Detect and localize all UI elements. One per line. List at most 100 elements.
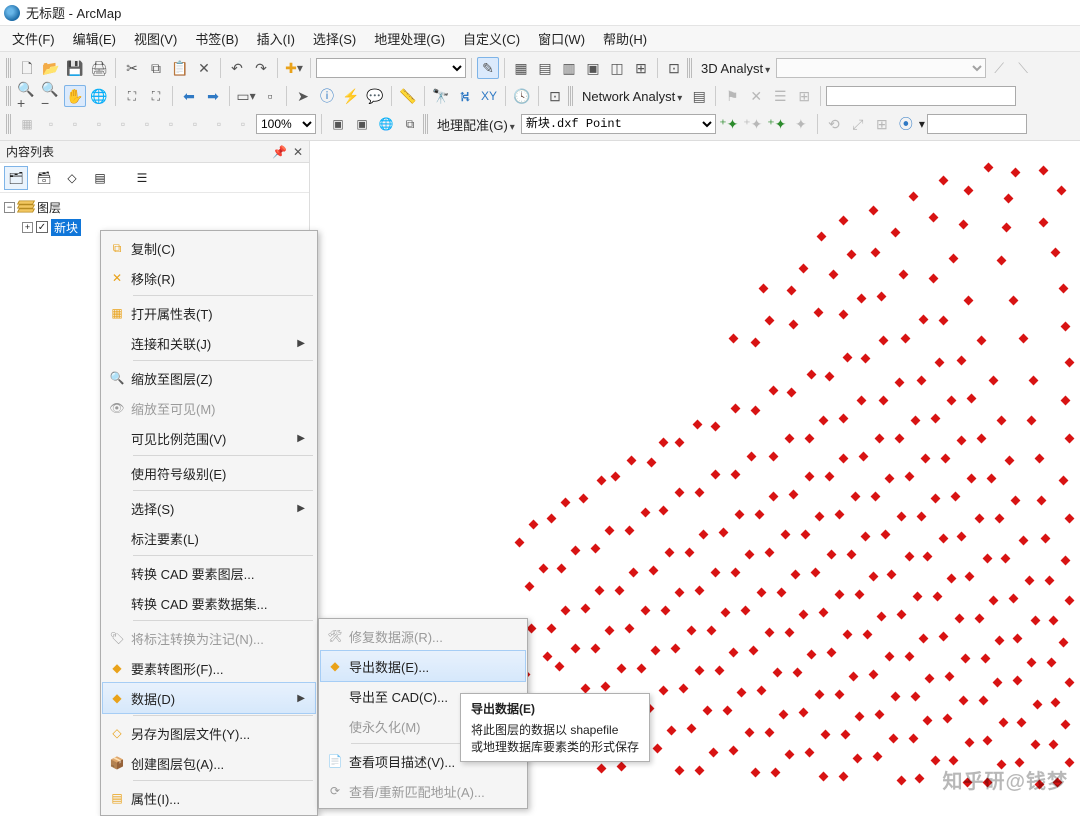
viewer-button[interactable]: ⊡ <box>544 85 566 107</box>
toc-drawing-order-button[interactable]: 🗂 <box>4 166 28 190</box>
copy-button[interactable]: ⧉ <box>145 57 167 79</box>
pin-icon[interactable]: 📌 <box>272 145 287 159</box>
menu-item[interactable]: ✕移除(R) <box>103 263 315 293</box>
tree-dataframe-row[interactable]: − 图层 <box>4 197 305 217</box>
menu-item[interactable]: ▤属性(I)... <box>103 783 315 813</box>
select-features-button[interactable]: ▭▾ <box>235 85 257 107</box>
menu-item[interactable]: ▦打开属性表(T) <box>103 298 315 328</box>
zoom-percent-select[interactable]: 100% <box>256 114 316 134</box>
cut-button[interactable]: ✂ <box>121 57 143 79</box>
find-route-button[interactable]: ⛕ <box>454 85 476 107</box>
new-doc-button[interactable]: 🗋 <box>16 57 38 79</box>
xy-button[interactable]: XY <box>478 85 500 107</box>
collapse-icon[interactable]: − <box>4 202 15 213</box>
georef-tool-a2[interactable]: ⁺✦ <box>742 113 764 135</box>
menu-item[interactable]: 帮助(H) <box>595 26 655 51</box>
search-button[interactable]: ▤ <box>534 57 556 79</box>
identify-button[interactable]: ⓘ <box>316 85 338 107</box>
menu-item[interactable]: 标注要素(L) <box>103 523 315 553</box>
catalog-button[interactable]: ▦ <box>510 57 532 79</box>
georef-tool-a4[interactable]: ✦ <box>790 113 812 135</box>
scale-select[interactable] <box>316 58 466 78</box>
prev-extent-button[interactable]: ⬅ <box>178 85 200 107</box>
georef-label[interactable]: 地理配准(G) <box>433 115 519 134</box>
menu-item[interactable]: 书签(B) <box>187 26 246 51</box>
fixed-zoom-in-button[interactable]: ⛶ <box>121 85 143 107</box>
expand-icon[interactable]: + <box>22 222 33 233</box>
menu-item[interactable]: ⧉复制(C) <box>103 233 315 263</box>
zoom-in-button[interactable]: 🔍+ <box>16 85 38 107</box>
network-analyst-label[interactable]: Network Analyst <box>578 89 686 104</box>
layout-button[interactable]: ⊡ <box>663 57 685 79</box>
find-button[interactable]: 🔭 <box>430 85 452 107</box>
georef-layer-select[interactable]: 新块.dxf Point <box>521 114 716 134</box>
analyst3d-label[interactable]: 3D Analyst <box>697 61 774 76</box>
toc-visibility-button[interactable]: ◇ <box>60 166 84 190</box>
analyst3d-tool-1[interactable]: ⟋ <box>988 57 1010 79</box>
network-tool-4[interactable]: ⊞ <box>793 85 815 107</box>
georef-tool-b4[interactable]: ⦿ <box>895 113 917 135</box>
delete-button[interactable]: ✕ <box>193 57 215 79</box>
open-button[interactable]: 📂 <box>40 57 62 79</box>
html-popup-button[interactable]: 💬 <box>364 85 386 107</box>
toolbar-grip-icon[interactable] <box>568 86 574 106</box>
gr-tool-2[interactable]: ▫ <box>40 113 62 135</box>
hyperlink-button[interactable]: ⚡ <box>340 85 362 107</box>
menu-item[interactable]: 插入(I) <box>249 26 303 51</box>
menu-item[interactable]: 可见比例范围(V)▶ <box>103 423 315 453</box>
menu-item[interactable]: ◆要素转图形(F)... <box>103 653 315 683</box>
full-extent-button[interactable]: 🌐 <box>88 85 110 107</box>
analyst3d-tool-2[interactable]: ⟍ <box>1012 57 1034 79</box>
gr-view-3[interactable]: 🌐 <box>375 113 397 135</box>
menu-item[interactable]: 🔍缩放至图层(Z) <box>103 363 315 393</box>
gr-tool-1[interactable]: ▦ <box>16 113 38 135</box>
toolbar-grip-icon[interactable] <box>6 86 12 106</box>
network-tool-2[interactable]: ✕ <box>745 85 767 107</box>
clear-selection-button[interactable]: ▫ <box>259 85 281 107</box>
menu-item[interactable]: 转换 CAD 要素图层... <box>103 558 315 588</box>
network-input[interactable] <box>826 86 1016 106</box>
georef-tool-a1[interactable]: ⁺✦ <box>718 113 740 135</box>
toolbar-grip-icon[interactable] <box>423 114 429 134</box>
redo-button[interactable]: ↷ <box>250 57 272 79</box>
pan-button[interactable]: ✋ <box>64 85 86 107</box>
add-data-button[interactable]: ✚▾ <box>283 57 305 79</box>
toc-source-button[interactable]: 🗃 <box>32 166 56 190</box>
gr-view-1[interactable]: ▣ <box>327 113 349 135</box>
close-icon[interactable]: ✕ <box>293 145 303 159</box>
analyst3d-layer-select[interactable] <box>776 58 986 78</box>
gr-view-2[interactable]: ▣ <box>351 113 373 135</box>
menu-item[interactable]: 窗口(W) <box>530 26 593 51</box>
menu-item[interactable]: ◆数据(D)▶ <box>103 683 315 713</box>
georef-rotation-input[interactable] <box>927 114 1027 134</box>
editor-toolbar-button[interactable]: ✎ <box>477 57 499 79</box>
results-button[interactable]: ⊞ <box>630 57 652 79</box>
toc-options-button[interactable]: ☰ <box>130 166 154 190</box>
layer-visibility-checkbox[interactable]: ✓ <box>36 221 48 233</box>
gr-tool-10[interactable]: ▫ <box>232 113 254 135</box>
menu-item[interactable]: 使用符号级别(E) <box>103 458 315 488</box>
gr-tool-8[interactable]: ▫ <box>184 113 206 135</box>
menu-item[interactable]: 文件(F) <box>4 26 63 51</box>
menu-item[interactable]: ◆导出数据(E)... <box>321 651 525 681</box>
fixed-zoom-out-button[interactable]: ⛶ <box>145 85 167 107</box>
menu-item[interactable]: 视图(V) <box>126 26 185 51</box>
menu-item[interactable]: 选择(S)▶ <box>103 493 315 523</box>
gr-tool-4[interactable]: ▫ <box>88 113 110 135</box>
gr-tool-3[interactable]: ▫ <box>64 113 86 135</box>
menu-item[interactable]: 📦创建图层包(A)... <box>103 748 315 778</box>
gr-tool-9[interactable]: ▫ <box>208 113 230 135</box>
paste-button[interactable]: 📋 <box>169 57 191 79</box>
model-button[interactable]: ◫ <box>606 57 628 79</box>
print-button[interactable]: 🖨 <box>88 57 110 79</box>
gr-tool-7[interactable]: ▫ <box>160 113 182 135</box>
toolbar-grip-icon[interactable] <box>687 58 693 78</box>
menu-item[interactable]: 连接和关联(J)▶ <box>103 328 315 358</box>
toolbar-grip-icon[interactable] <box>6 114 12 134</box>
gr-tool-6[interactable]: ▫ <box>136 113 158 135</box>
measure-button[interactable]: 📏 <box>397 85 419 107</box>
toc-selection-button[interactable]: ▤ <box>88 166 112 190</box>
next-extent-button[interactable]: ➡ <box>202 85 224 107</box>
gr-view-4[interactable]: ⧉ <box>399 113 421 135</box>
network-tool-3[interactable]: ☰ <box>769 85 791 107</box>
